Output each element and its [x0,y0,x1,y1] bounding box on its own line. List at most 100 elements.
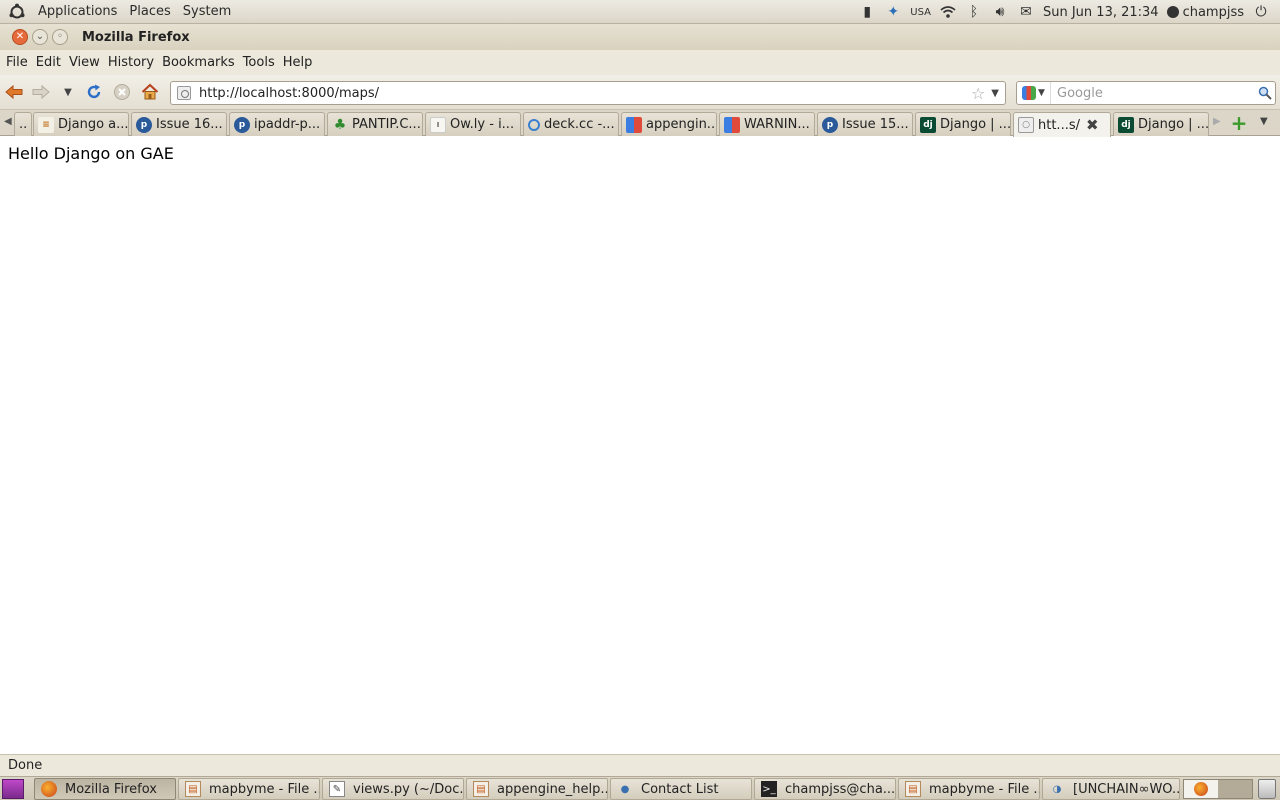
forward-button[interactable] [31,82,51,102]
taskbar-item-terminal[interactable]: >_ champjss@cha... [754,778,896,800]
volume-icon[interactable]: 🔊︎ [991,3,1009,21]
tab-3[interactable]: p ipaddr-p... [229,112,325,136]
navigation-toolbar: ▼ http://localhost:8000/maps/ ☆ ▼ ▼ Goog… [0,75,1280,110]
clock[interactable]: Sun Jun 13, 21:34 [1043,5,1159,20]
menu-help[interactable]: Help [279,55,317,70]
tab-scroll-right-icon[interactable]: ▶ [1213,116,1221,127]
system-menu[interactable]: System [177,4,237,19]
wifi-icon[interactable] [939,3,957,21]
keyboard-layout-indicator[interactable]: USA [910,7,931,18]
new-tab-plus-icon[interactable]: + [1230,113,1248,133]
maximize-window-button[interactable]: ◦ [52,29,68,45]
firefox-mini-icon [1194,782,1208,796]
search-icon[interactable] [1255,86,1275,100]
menu-tools[interactable]: Tools [239,55,279,70]
taskbar-item-appengine-help[interactable]: ▤ appengine_help... [466,778,608,800]
file-browser-icon: ▤ [185,781,201,797]
user-status-icon [1166,6,1179,18]
taskbar-item-label: Contact List [641,781,719,797]
url-bar[interactable]: http://localhost:8000/maps/ ☆ ▼ [170,81,1006,105]
tab-2[interactable]: p Issue 16... [131,112,227,136]
reload-icon [87,84,101,99]
back-button[interactable] [4,82,24,102]
list-all-tabs-icon[interactable]: ▼ [1260,116,1268,127]
page-content: Hello Django on GAE [0,137,1280,754]
taskbar-item-mapbyme-1[interactable]: ▤ mapbyme - File ... [178,778,320,800]
applications-menu[interactable]: Applications [32,4,123,19]
site-identity-icon[interactable] [177,86,191,100]
menu-view[interactable]: View [65,55,104,70]
search-bar[interactable]: ▼ Google [1016,81,1276,105]
file-browser-icon: ▤ [473,781,489,797]
tab-4[interactable]: ♣ PANTIP.C... [327,112,423,136]
owly-icon: ı [430,116,446,133]
forward-arrow-icon [32,84,50,100]
tab-label: PANTIP.C... [352,117,421,132]
file-browser-icon: ▤ [905,781,921,797]
tab-6[interactable]: deck.cc -... [523,112,619,136]
taskbar-item-label: Mozilla Firefox [65,781,157,797]
workspace-switcher[interactable] [1183,779,1253,799]
menu-bookmarks[interactable]: Bookmarks [158,55,239,70]
reload-button[interactable] [84,82,104,102]
messenger-icon: ◑ [1052,783,1062,795]
workspace-1[interactable] [1184,780,1218,798]
tab-12[interactable]: dj Django | ... [1113,112,1209,136]
google-engine-icon [1022,86,1037,100]
bottom-taskbar: Mozilla Firefox ▤ mapbyme - File ... ✎ v… [0,776,1280,800]
applet-icon[interactable]: ▮ [858,3,876,21]
home-button[interactable] [140,82,160,102]
status-text: Done [8,758,43,773]
url-input[interactable]: http://localhost:8000/maps/ [199,86,971,101]
bluetooth-icon[interactable]: ᛒ [965,3,983,21]
system-tray: ▮ ✦ USA ᛒ 🔊︎ ✉︎ Sun Jun 13, 21:34 champj… [858,0,1280,24]
chevron-down-icon: ▼ [1038,88,1045,98]
taskbar-item-mapbyme-2[interactable]: ▤ mapbyme - File ... [898,778,1040,800]
stop-button[interactable] [112,82,132,102]
tab-1[interactable]: ≡ Django a... [33,112,129,136]
trash-icon[interactable] [1258,779,1276,799]
tab-8[interactable]: WARNIN... [719,112,815,136]
taskbar-item-firefox[interactable]: Mozilla Firefox [34,778,176,800]
menu-edit[interactable]: Edit [32,55,65,70]
minimize-window-button[interactable]: ⌄ [32,29,48,45]
tab-label: ipaddr-p... [254,117,321,132]
tab-10[interactable]: dj Django | ... [915,112,1011,136]
menu-history[interactable]: History [104,55,158,70]
tab-label: deck.cc -... [544,117,615,132]
close-window-button[interactable]: ✕ [12,29,28,45]
tab-7[interactable]: appengin... [621,112,717,136]
dropbox-icon[interactable]: ✦ [884,3,902,21]
tab-9[interactable]: p Issue 15... [817,112,913,136]
deck-icon [528,118,540,131]
tab-scroll-left-icon[interactable]: ◀ [4,116,12,127]
url-history-dropdown-icon[interactable]: ▼ [991,88,999,99]
window-title: Mozilla Firefox [82,29,190,45]
tab-label: .. [19,117,28,132]
page-icon: ○ [1018,117,1034,133]
taskbar-item-views-py[interactable]: ✎ views.py (~/Doc... [322,778,464,800]
tab-label: appengin... [646,117,716,132]
bookmark-star-icon[interactable]: ☆ [971,84,985,103]
search-engine-selector[interactable]: ▼ [1017,82,1051,104]
tab-label: Ow.ly - i... [450,117,515,132]
tab-0[interactable]: .. [14,112,32,136]
power-icon[interactable]: ⏻ [1252,3,1270,21]
tab-5[interactable]: ı Ow.ly - i... [425,112,521,136]
close-tab-icon[interactable]: ✖ [1086,116,1099,134]
search-input[interactable]: Google [1051,86,1255,101]
taskbar-item-messenger[interactable]: ◑ [UNCHAIN∞WO... [1042,778,1180,800]
taskbar-item-contact-list[interactable]: ● Contact List [610,778,752,800]
tab-11-active[interactable]: ○ htt...s/ ✖ [1013,112,1111,137]
user-menu[interactable]: champjss [1166,5,1244,20]
ubuntu-logo-icon[interactable] [6,1,28,23]
show-desktop-button[interactable] [2,779,24,799]
menu-file[interactable]: File [2,55,32,70]
mail-icon[interactable]: ✉︎ [1017,3,1035,21]
workspace-2[interactable] [1218,780,1252,798]
history-dropdown-button[interactable]: ▼ [58,82,78,102]
google-icon [724,116,740,133]
places-menu[interactable]: Places [123,4,176,19]
back-arrow-icon [5,84,23,100]
window-titlebar[interactable]: ✕ ⌄ ◦ Mozilla Firefox [0,24,1280,50]
